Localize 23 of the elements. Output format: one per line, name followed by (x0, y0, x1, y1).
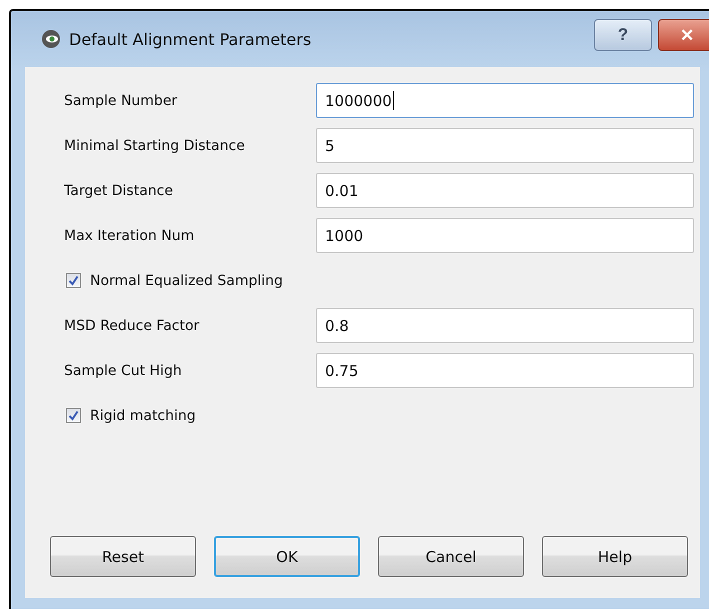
help-button[interactable]: ? (594, 19, 652, 51)
field-label: Target Distance (64, 182, 174, 198)
checkbox[interactable] (66, 273, 81, 288)
field-label: Sample Number (64, 92, 178, 108)
field-label: MSD Reduce Factor (64, 318, 200, 334)
checkbox[interactable] (66, 408, 81, 423)
field-label: Minimal Starting Distance (64, 138, 246, 154)
field-label: Sample Cut High (64, 362, 183, 378)
input-field[interactable]: 5 (316, 128, 694, 163)
dialog-button[interactable]: Help (542, 536, 688, 577)
checkbox-label: Rigid matching (90, 408, 196, 424)
eye-icon (41, 29, 61, 49)
window-title: Default Alignment Parameters (69, 30, 312, 48)
input-field[interactable]: 0.8 (316, 308, 694, 343)
dialog-button[interactable]: Reset (50, 536, 196, 577)
field-label: Max Iteration Num (64, 228, 196, 244)
ok-button[interactable]: OK (214, 536, 360, 577)
input-field[interactable]: 0.01 (316, 173, 694, 208)
input-field[interactable]: 0.75 (316, 353, 694, 388)
input-field[interactable]: 1000 (316, 218, 694, 253)
dialog-button[interactable]: Cancel (378, 536, 524, 577)
input-field[interactable]: 1000000 (316, 83, 694, 118)
checkbox-label: Normal Equalized Sampling (90, 272, 283, 288)
